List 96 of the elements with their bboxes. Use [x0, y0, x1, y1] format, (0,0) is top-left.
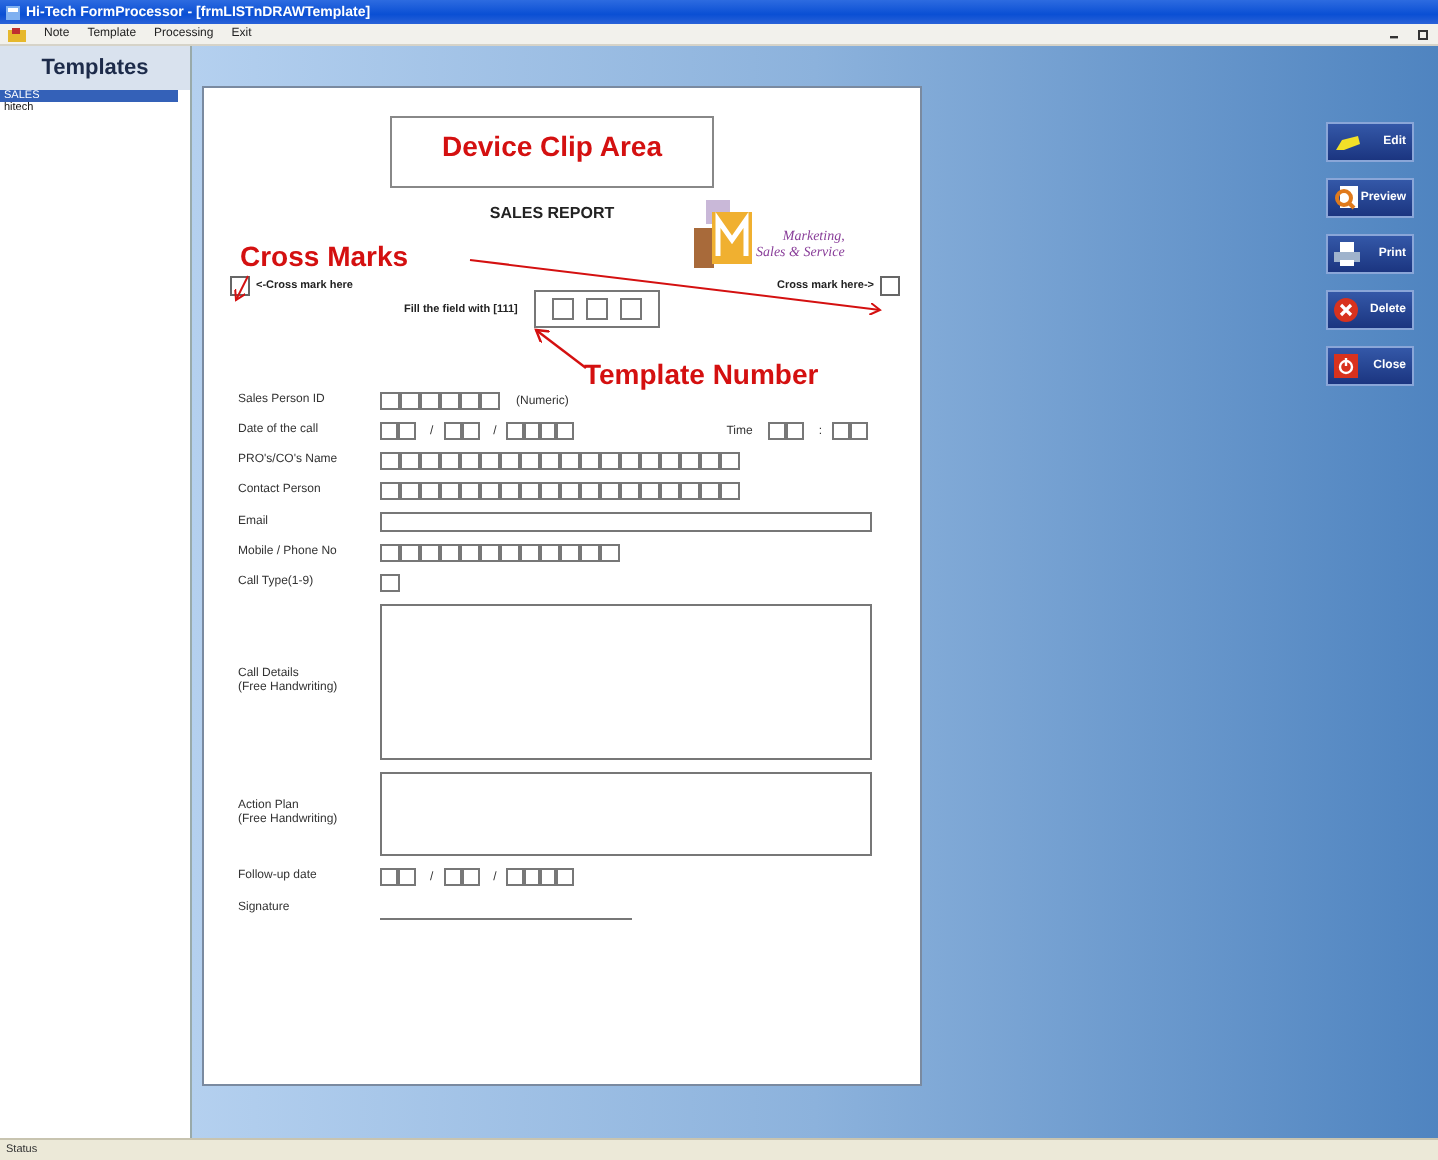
- digit-box[interactable]: [380, 392, 400, 410]
- cross-mark-box[interactable]: [230, 276, 250, 296]
- digit-box[interactable]: [440, 452, 460, 470]
- digit-box[interactable]: [396, 422, 416, 440]
- digit-box[interactable]: [480, 482, 500, 500]
- digit-box[interactable]: [784, 422, 805, 440]
- digit-box[interactable]: [480, 544, 500, 562]
- annotation-label: Template Number: [584, 358, 819, 390]
- digit-box[interactable]: [848, 422, 868, 440]
- digit-box[interactable]: [522, 868, 543, 886]
- digit-box[interactable]: [720, 482, 740, 500]
- app-icon: [6, 5, 20, 19]
- digit-box[interactable]: [540, 452, 560, 470]
- digit-box[interactable]: [420, 452, 440, 470]
- digit-box[interactable]: [580, 482, 600, 500]
- restore-icon[interactable]: [1418, 28, 1430, 40]
- digit-box[interactable]: [538, 422, 559, 440]
- power-icon: [1334, 354, 1358, 378]
- email-field[interactable]: [380, 512, 872, 532]
- digit-box[interactable]: [640, 452, 660, 470]
- digit-box[interactable]: [480, 452, 500, 470]
- digit-box[interactable]: [440, 544, 460, 562]
- digit-box[interactable]: [580, 452, 600, 470]
- form-heading: SALES REPORT: [489, 204, 615, 222]
- logo-icon: [694, 200, 754, 268]
- digit-box[interactable]: [380, 422, 400, 440]
- cross-mark-box[interactable]: [880, 276, 900, 296]
- digit-box[interactable]: [680, 452, 700, 470]
- digit-box[interactable]: [520, 482, 540, 500]
- digit-box[interactable]: [660, 482, 680, 500]
- annotation-arrow: [534, 328, 587, 369]
- digit-box[interactable]: [440, 482, 460, 500]
- digit-box[interactable]: [443, 422, 464, 440]
- printer-icon: [1334, 242, 1360, 266]
- digit-box[interactable]: [396, 868, 416, 886]
- digit-box[interactable]: [480, 392, 500, 410]
- digit-box[interactable]: [720, 452, 740, 470]
- digit-box[interactable]: [420, 544, 440, 562]
- handwriting-area[interactable]: [380, 604, 872, 760]
- digit-box[interactable]: [554, 422, 575, 440]
- digit-box[interactable]: [459, 868, 480, 886]
- digit-box[interactable]: [600, 544, 620, 562]
- digit-box[interactable]: [460, 544, 480, 562]
- digit-box[interactable]: [620, 452, 640, 470]
- digit-box[interactable]: [520, 452, 540, 470]
- digit-box[interactable]: [500, 482, 520, 500]
- digit-box[interactable]: [443, 868, 464, 886]
- digit-box[interactable]: [500, 452, 520, 470]
- digit-box[interactable]: [400, 544, 420, 562]
- digit-box[interactable]: [600, 452, 620, 470]
- digit-box[interactable]: [500, 544, 520, 562]
- digit-box[interactable]: [560, 482, 580, 500]
- digit-box[interactable]: [400, 482, 420, 500]
- digit-box[interactable]: [680, 482, 700, 500]
- digit-box[interactable]: [459, 422, 480, 440]
- digit-box[interactable]: [380, 452, 400, 470]
- digit-box[interactable]: [460, 392, 480, 410]
- digit-box[interactable]: [522, 422, 543, 440]
- digit-box[interactable]: [660, 452, 680, 470]
- digit-box[interactable]: [400, 452, 420, 470]
- digit-box[interactable]: [600, 482, 620, 500]
- digit-box[interactable]: [560, 452, 580, 470]
- digit-box[interactable]: [700, 482, 720, 500]
- digit-box[interactable]: [440, 392, 460, 410]
- digit-box[interactable]: [420, 482, 440, 500]
- digit-box[interactable]: [380, 868, 400, 886]
- digit-box[interactable]: [460, 482, 480, 500]
- digit-box[interactable]: [540, 544, 560, 562]
- digit-box[interactable]: [520, 544, 540, 562]
- annotation-label: Cross Marks: [240, 240, 409, 272]
- digit-box[interactable]: [506, 868, 527, 886]
- magnifier-icon: [1334, 186, 1358, 210]
- digit-box[interactable]: [700, 452, 720, 470]
- digit-box[interactable]: [554, 868, 575, 886]
- digit-box[interactable]: [538, 868, 559, 886]
- digit-box[interactable]: [506, 422, 527, 440]
- digit-box[interactable]: [832, 422, 852, 440]
- digit-box[interactable]: [560, 544, 580, 562]
- digit-box[interactable]: [540, 482, 560, 500]
- digit-box[interactable]: [400, 392, 420, 410]
- digit-box[interactable]: [380, 544, 400, 562]
- digit-box[interactable]: [768, 422, 789, 440]
- digit-box[interactable]: [640, 482, 660, 500]
- digit-box[interactable]: [380, 574, 400, 592]
- digit-box[interactable]: [380, 482, 400, 500]
- folder-icon[interactable]: [8, 27, 26, 41]
- device-clip-area: Device Clip Area: [390, 116, 714, 188]
- annotation-arrow: [234, 275, 249, 301]
- delete-icon: [1334, 298, 1358, 322]
- sidebar-title: Templates: [0, 46, 190, 90]
- template-number-field[interactable]: [533, 290, 660, 328]
- digit-box[interactable]: [620, 482, 640, 500]
- digit-box[interactable]: [460, 452, 480, 470]
- digit-box[interactable]: [580, 544, 600, 562]
- digit-box[interactable]: [420, 392, 440, 410]
- handwriting-area[interactable]: [380, 772, 872, 856]
